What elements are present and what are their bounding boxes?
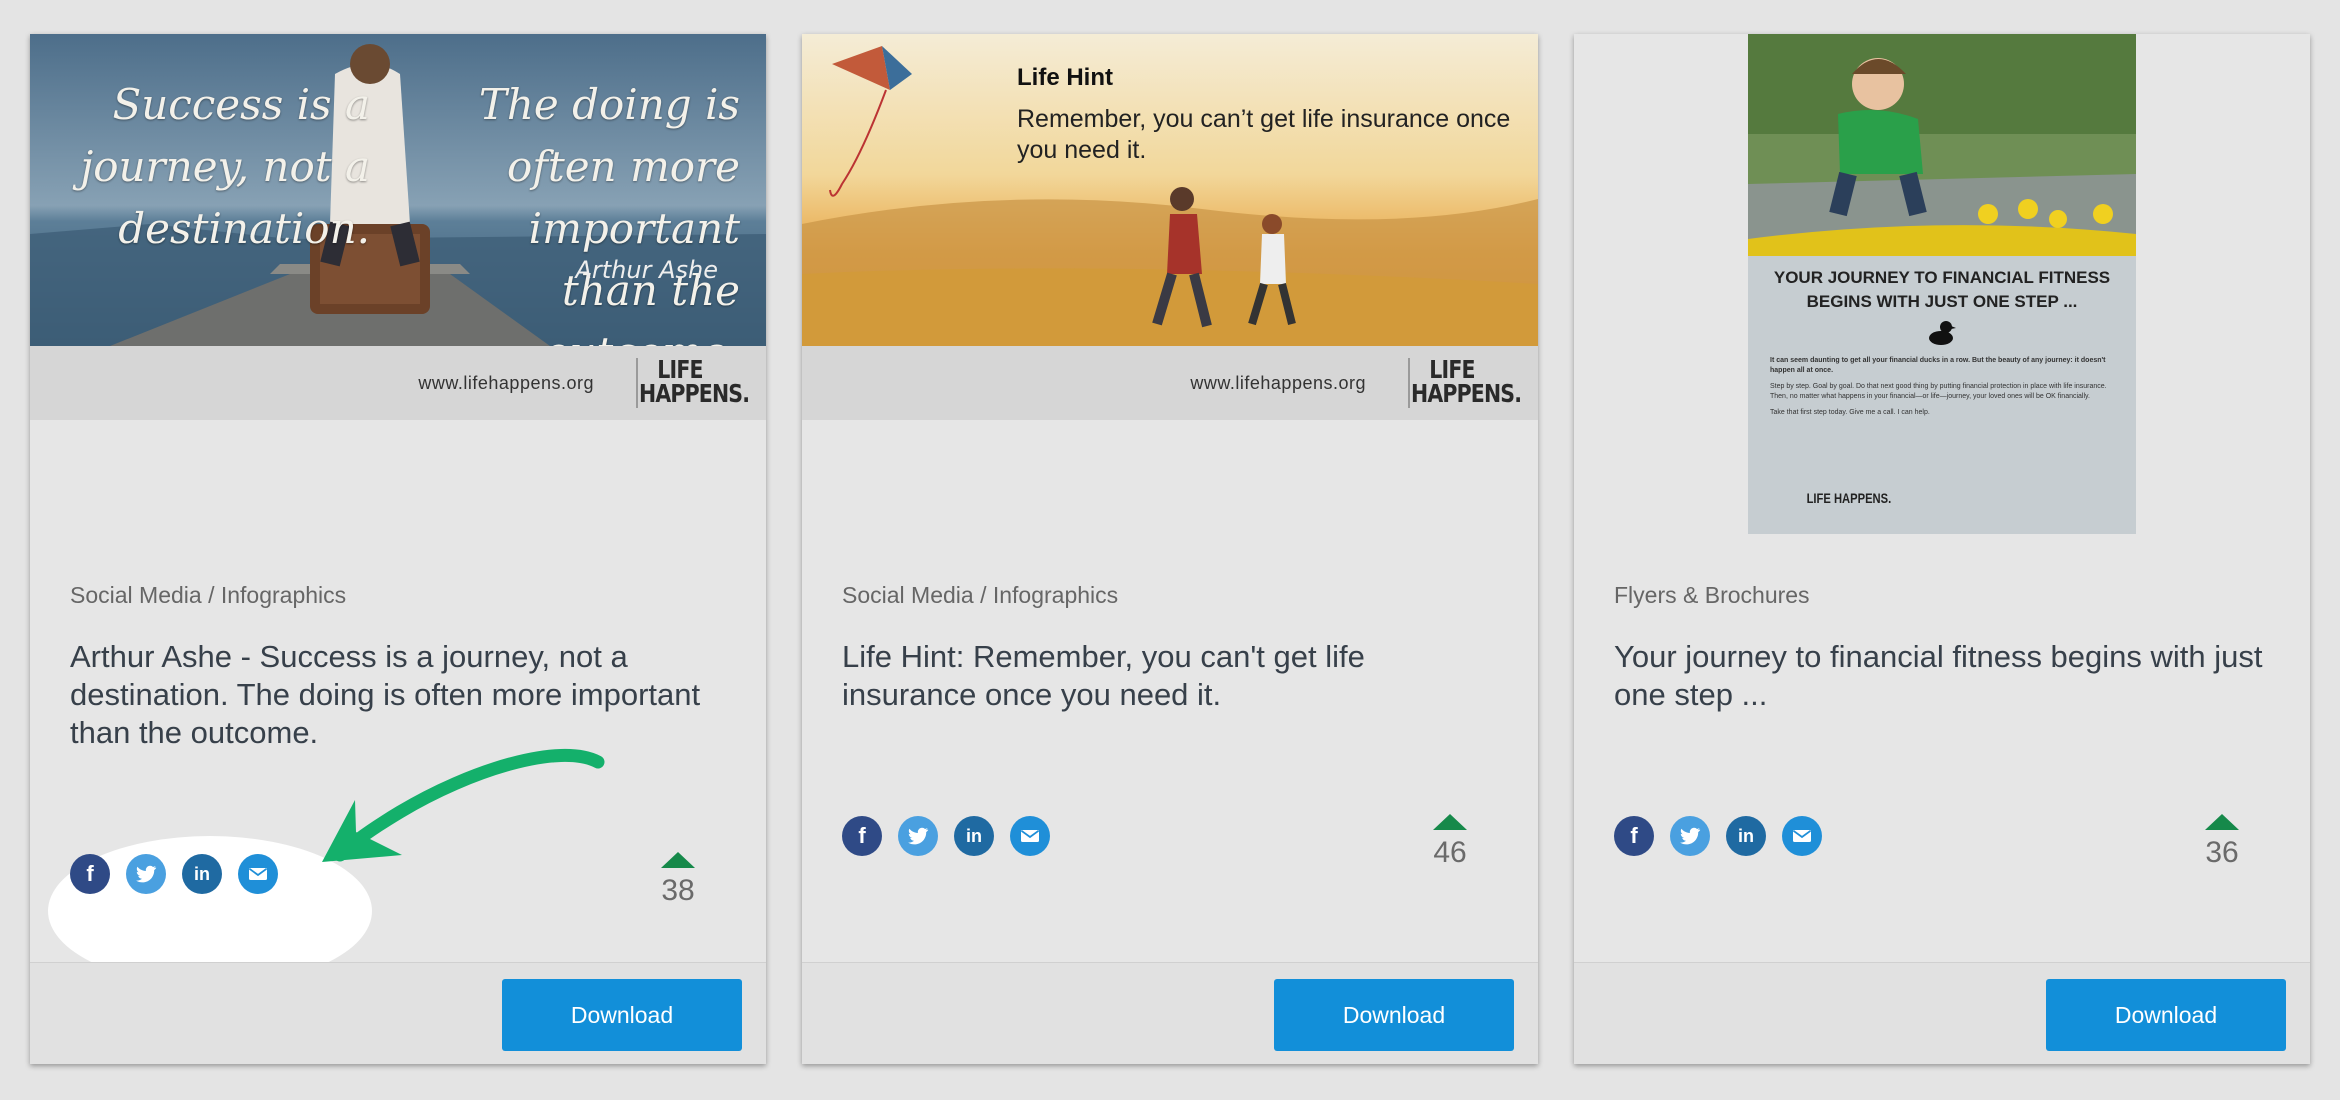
upvote-widget: 38	[648, 852, 708, 908]
vote-count: 36	[2205, 836, 2239, 869]
email-icon[interactable]	[1782, 816, 1822, 856]
vote-count: 46	[1433, 836, 1467, 869]
facebook-icon[interactable]: f	[70, 854, 110, 894]
quote-author: Arthur Ashe	[575, 256, 718, 284]
brand-url: www.lifehappens.org	[1190, 373, 1366, 393]
hint-text: Remember, you can’t get life insurance o…	[1017, 105, 1511, 164]
life-happens-logo: LIFE HAPPENS.	[639, 355, 750, 408]
brand-bar: www.lifehappens.org LIFE HAPPENS.	[30, 346, 766, 420]
facebook-icon[interactable]: f	[842, 816, 882, 856]
download-button[interactable]: Download	[1274, 979, 1514, 1051]
facebook-icon[interactable]: f	[1614, 816, 1654, 856]
share-buttons: f in	[842, 816, 1066, 860]
life-happens-logo: LIFE HAPPENS.	[1411, 355, 1522, 408]
hint-title: Life Hint	[1017, 64, 1113, 91]
card-title[interactable]: Your journey to financial fitness begins…	[1614, 638, 2264, 714]
linkedin-icon[interactable]: in	[954, 816, 994, 856]
email-icon[interactable]	[238, 854, 278, 894]
duck-icon	[1929, 321, 1956, 345]
resource-card: Success is a journey, not a destination.…	[30, 34, 766, 1064]
flyer-paragraph: Step by step. Goal by goal. Do that next…	[1770, 383, 2107, 400]
twitter-icon[interactable]	[1670, 816, 1710, 856]
card-category: Social Media / Infographics	[70, 582, 347, 608]
resource-card: Life Hint Remember, you can’t get life i…	[802, 34, 1538, 1064]
share-buttons: f in	[70, 854, 294, 898]
card-footer: Download	[30, 962, 766, 1064]
life-hint-image: Life Hint Remember, you can’t get life i…	[802, 34, 1538, 346]
share-buttons: f in	[1614, 816, 1838, 860]
quote-right-text: The doing is often more important than t…	[478, 80, 740, 346]
flyer-image: Your journey to financial fitness begins…	[1748, 34, 2136, 534]
card-category: Flyers & Brochures	[1614, 582, 1810, 608]
vote-count: 38	[661, 874, 695, 907]
flyer-headline: Your journey to financial fitness begins…	[1773, 268, 2111, 311]
card-title[interactable]: Life Hint: Remember, you can't get life …	[842, 638, 1492, 714]
resource-card: Your journey to financial fitness begins…	[1574, 34, 2310, 1064]
card-category: Social Media / Infographics	[842, 582, 1119, 608]
upvote-widget: 36	[2192, 814, 2252, 870]
child-puddle-photo	[1748, 34, 2136, 256]
card-footer: Download	[1574, 962, 2310, 1064]
quote-image: Success is a journey, not a destination.…	[30, 34, 766, 346]
card-thumbnail[interactable]: Your journey to financial fitness begins…	[1574, 34, 2310, 534]
upvote-widget: 46	[1420, 814, 1480, 870]
flyer-body: It can seem daunting to get all your fin…	[1770, 356, 2114, 424]
brand-divider	[636, 358, 638, 408]
download-button[interactable]: Download	[502, 979, 742, 1051]
card-thumbnail[interactable]: Life Hint Remember, you can’t get life i…	[802, 34, 1538, 420]
twitter-icon[interactable]	[898, 816, 938, 856]
linkedin-icon[interactable]: in	[1726, 816, 1766, 856]
brand-divider	[1408, 358, 1410, 408]
flyer-cta: Take that first step today. Give me a ca…	[1770, 409, 1930, 416]
card-footer: Download	[802, 962, 1538, 1064]
brand-url: www.lifehappens.org	[418, 373, 594, 393]
flyer-logo: LIFE HAPPENS.	[1806, 490, 1892, 506]
family-field-photo	[802, 34, 1538, 346]
card-title[interactable]: Arthur Ashe - Success is a journey, not …	[70, 638, 720, 752]
upvote-arrow-icon[interactable]	[2205, 814, 2239, 830]
email-icon[interactable]	[1010, 816, 1050, 856]
brand-bar: www.lifehappens.org LIFE HAPPENS.	[802, 346, 1538, 420]
download-button[interactable]: Download	[2046, 979, 2286, 1051]
upvote-arrow-icon[interactable]	[1433, 814, 1467, 830]
twitter-icon[interactable]	[126, 854, 166, 894]
quote-left-text: Success is a journey, not a destination.	[80, 80, 370, 253]
flyer-lead: It can seem daunting to get all your fin…	[1770, 357, 2106, 374]
card-thumbnail[interactable]: Success is a journey, not a destination.…	[30, 34, 766, 420]
linkedin-icon[interactable]: in	[182, 854, 222, 894]
upvote-arrow-icon[interactable]	[661, 852, 695, 868]
